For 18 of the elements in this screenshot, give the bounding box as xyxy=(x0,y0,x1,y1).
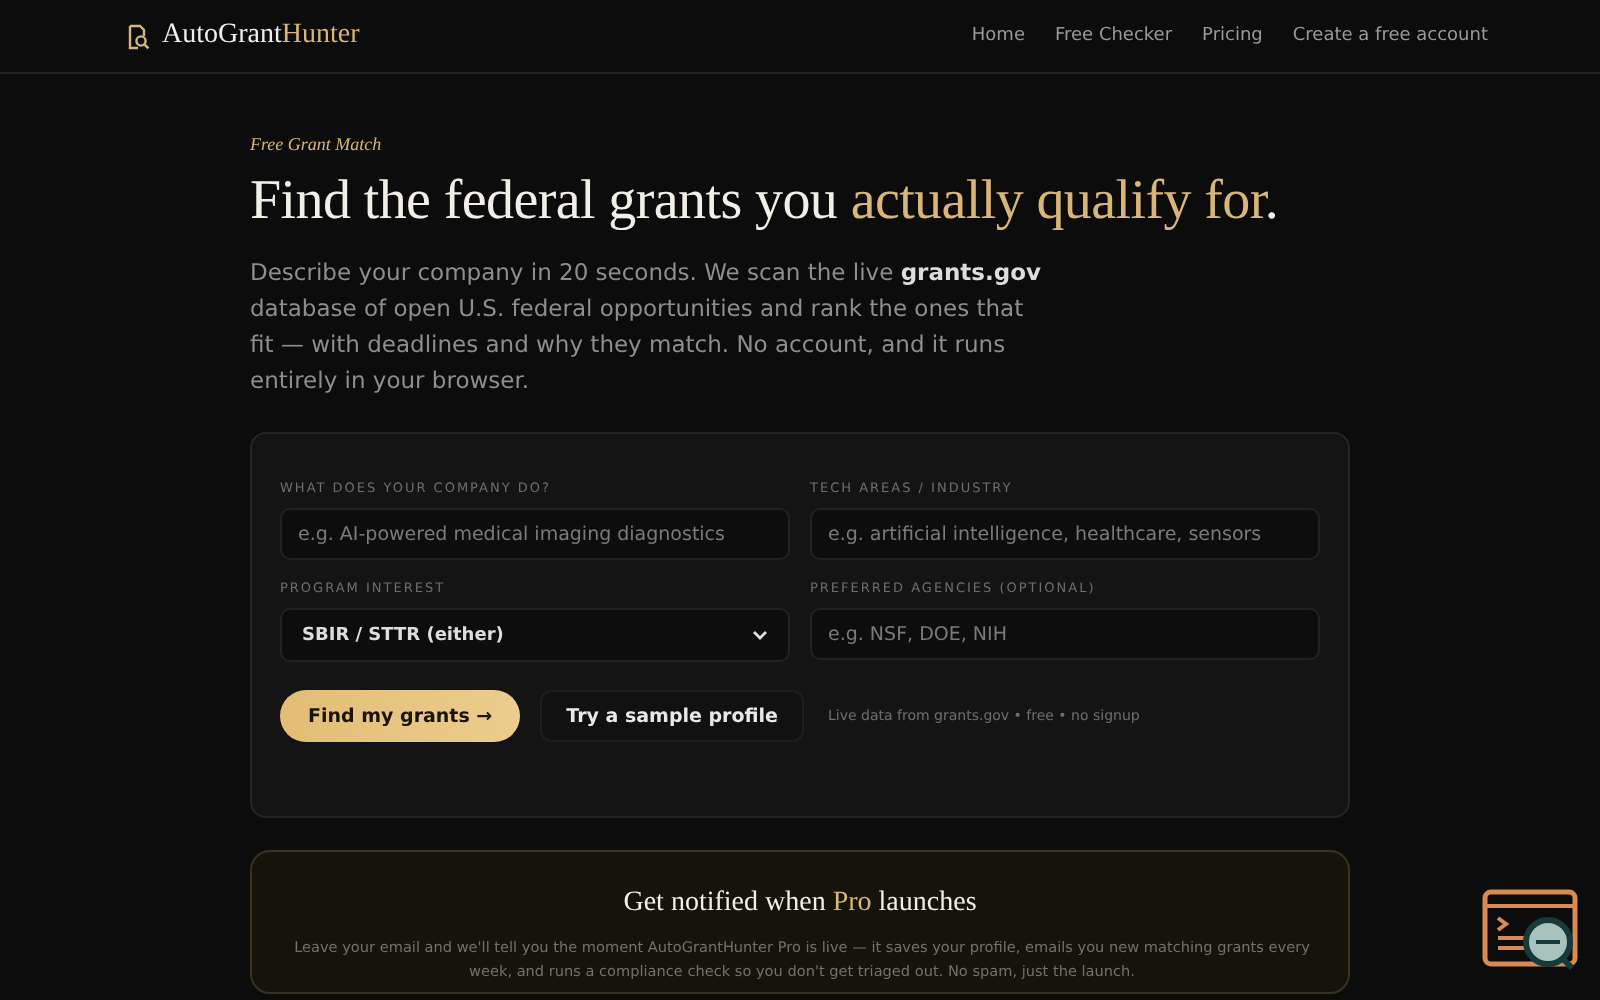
eyebrow-label: Free Grant Match xyxy=(250,134,384,154)
input-field[interactable]: e.g. AI-powered medical imaging diagnostics xyxy=(280,508,790,560)
search-console-icon[interactable] xyxy=(1482,888,1582,976)
nav-link[interactable]: Home xyxy=(971,26,1025,46)
nav-link[interactable]: Pricing xyxy=(1202,26,1263,46)
notify-title: Get notified when Pro launches xyxy=(621,888,979,920)
page-headline: Find the federal grants you actually qualify for. xyxy=(250,170,1281,234)
nav-link[interactable]: Create a free account xyxy=(1292,26,1488,46)
brand-name[interactable]: AutoGrantHunter xyxy=(162,20,360,52)
chevron-icon xyxy=(752,630,768,640)
input-field[interactable]: e.g. NSF, DOE, NIH xyxy=(810,608,1320,660)
logo-icon xyxy=(126,23,150,49)
nav-link[interactable]: Free Checker xyxy=(1054,26,1173,46)
intro-paragraph: Describe your company in 20 seconds. We scan the live grants.gov database of open U.S. federal opportunities and rank the ones that fit — with deadlines and why they match. No account, and it runs entirely in your browser. xyxy=(250,256,1044,398)
program-select[interactable]: SBIR / STTR (either) xyxy=(280,608,790,662)
sample-profile-button[interactable]: Try a sample profile xyxy=(540,690,805,742)
find-grants-button[interactable]: Find my grants → xyxy=(280,690,521,742)
input-field[interactable]: e.g. artificial intelligence, healthcare, sensors xyxy=(810,508,1320,560)
